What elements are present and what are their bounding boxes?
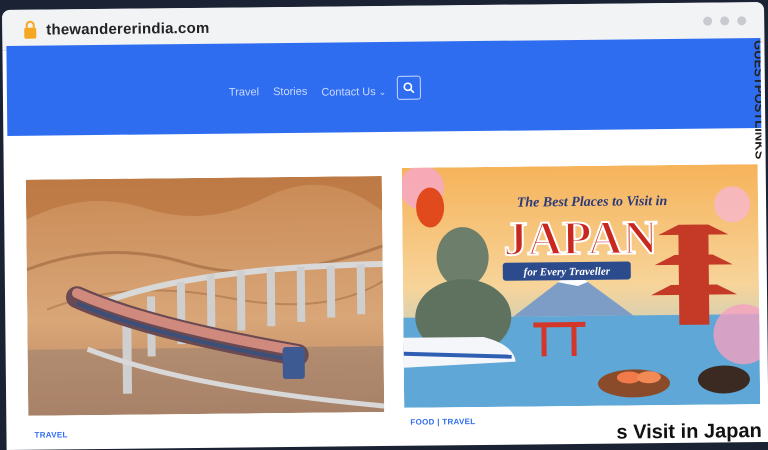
post-image-japan[interactable]: The Best Places to Visit in JAPAN for Ev… (401, 164, 761, 408)
watermark-text: GUESTPOSTLINKS (751, 40, 762, 160)
window-dot-icon[interactable] (737, 16, 747, 26)
post-image-desert-train[interactable] (25, 176, 385, 416)
poster-line2: JAPAN (503, 211, 658, 266)
chevron-down-icon: ⌄ (378, 86, 387, 98)
window-controls (703, 16, 747, 26)
url-text[interactable]: thewandererindia.com (46, 20, 209, 39)
post-category-left[interactable]: TRAVEL (34, 430, 67, 439)
japan-poster-illustration: The Best Places to Visit in JAPAN for Ev… (401, 164, 761, 408)
site-header: Travel Stories Contact Us ⌄ (6, 38, 762, 136)
window-dot-icon[interactable] (720, 16, 730, 26)
guestpostlinks-watermark: GUESTPOSTLINKS (751, 40, 762, 160)
poster-line3: for Every Traveller (524, 266, 611, 279)
desert-train-illustration (25, 176, 385, 416)
nav-link-contact[interactable]: Contact Us ⌄ (321, 82, 386, 101)
poster-line1: The Best Places to Visit in (517, 194, 668, 211)
post-title-right[interactable]: s Visit in Japan (616, 420, 761, 445)
window-dot-icon[interactable] (703, 16, 713, 26)
lock-icon (24, 20, 37, 39)
search-button[interactable] (396, 75, 421, 100)
main-nav: Travel Stories Contact Us ⌄ (229, 82, 387, 102)
nav-link-stories[interactable]: Stories (273, 86, 307, 98)
post-category-right[interactable]: FOOD | TRAVEL (410, 417, 475, 427)
nav-link-travel[interactable]: Travel (229, 86, 259, 98)
browser-window: thewandererindia.com Travel Stories Cont… (2, 2, 768, 450)
search-icon (403, 82, 415, 94)
nav-link-contact-label[interactable]: Contact Us (321, 86, 376, 99)
